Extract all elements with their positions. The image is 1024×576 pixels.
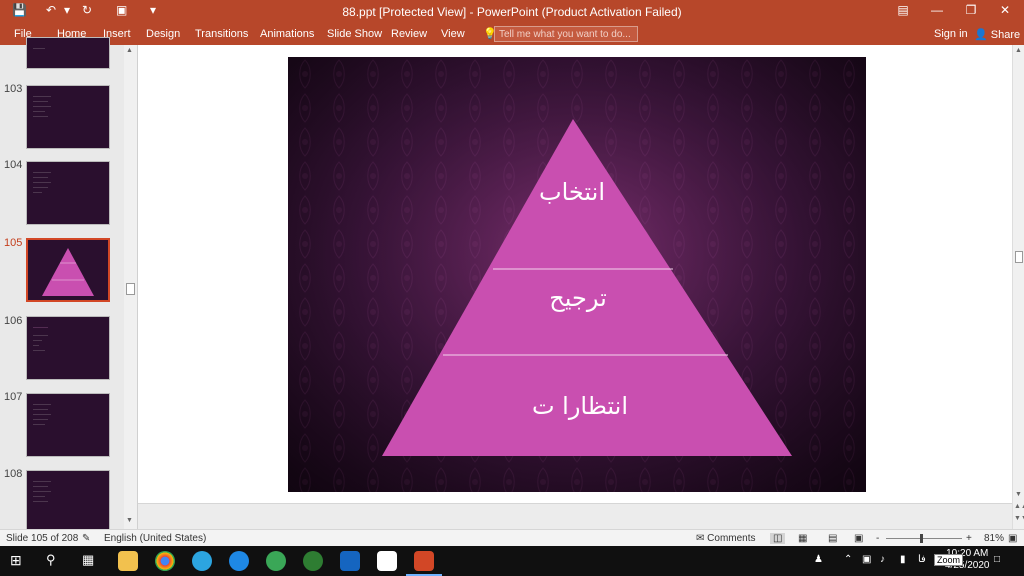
person-icon: 👤 (974, 29, 988, 41)
slide-number: 107 (4, 391, 23, 403)
tab-review[interactable]: Review (391, 28, 427, 40)
slide-thumbnail[interactable]: —————————————————————————— (26, 393, 110, 457)
slide-editor-canvas: انتخاب ترجیح انتظارا ت (138, 45, 1012, 503)
tab-view[interactable]: View (441, 28, 465, 40)
ribbon-tabs: File Home Insert Design Transitions Anim… (0, 24, 1024, 45)
status-bar: Slide 105 of 208 ✎ English (United State… (0, 529, 1024, 546)
browser-icon[interactable] (266, 551, 286, 571)
notes-area[interactable] (138, 503, 1012, 529)
app-icon[interactable] (229, 551, 249, 571)
volume-icon[interactable]: ♪ (880, 554, 885, 565)
title-bar: 💾 ↶ ▾ ↻ ▣ ▾ 88.ppt [Protected View] - Po… (0, 0, 1024, 24)
file-explorer-icon[interactable] (118, 551, 138, 571)
spelling-icon[interactable]: ✎ (82, 533, 90, 544)
slide-thumbnail[interactable]: ————— ————— ——— —— ———— (26, 316, 110, 380)
zoom-slider-thumb[interactable] (920, 534, 924, 543)
pyramid-level-middle[interactable]: ترجیح (549, 284, 607, 312)
slide-number: 105 (4, 237, 23, 249)
slide-thumbnail[interactable]: —————— ————— —————— ————— ——— (26, 161, 110, 225)
pyramid-level-top[interactable]: انتخاب (539, 178, 605, 206)
ribbon-display-icon[interactable]: ▤ (888, 3, 918, 17)
reading-view-icon[interactable]: ▤ (828, 533, 837, 544)
pyramid-level-bottom[interactable]: انتظارا ت (532, 392, 628, 420)
tell-me-search-input[interactable]: Tell me what you want to do... (494, 26, 638, 42)
comments-button[interactable]: ✉ Comments (696, 533, 756, 544)
tab-animations[interactable]: Animations (260, 28, 314, 40)
show-hidden-icons-icon[interactable]: ⌃ (844, 554, 852, 565)
windows-start-icon[interactable]: ⊞ (10, 552, 22, 569)
comments-label: Comments (707, 533, 756, 544)
zoom-tooltip: Zoom (934, 554, 964, 566)
slide-show-icon[interactable]: ▣ (854, 533, 863, 544)
thumbnail-pyramid (42, 248, 94, 296)
slide-background-pattern: انتخاب ترجیح انتظارا ت (288, 57, 866, 492)
slide-number: 103 (4, 83, 23, 95)
comment-icon: ✉ (696, 533, 705, 544)
scroll-thumb[interactable] (126, 283, 135, 295)
tab-slide-show[interactable]: Slide Show (327, 28, 382, 40)
zoom-percent[interactable]: 81% (984, 533, 1004, 544)
telegram-icon[interactable] (192, 551, 212, 571)
tab-design[interactable]: Design (146, 28, 180, 40)
slide-thumbnail[interactable]: —————————————————————————— (26, 470, 110, 534)
scroll-up-icon[interactable]: ▲ (126, 47, 133, 54)
slide-thumbnail[interactable]: ———— (26, 37, 110, 69)
slide-number: 106 (4, 315, 23, 327)
language-indicator[interactable]: English (United States) (104, 533, 206, 544)
slide-counter: Slide 105 of 208 (6, 533, 79, 544)
media-app-icon[interactable] (340, 551, 360, 571)
slide-thumbnail[interactable]: —————————————————————————— (26, 85, 110, 149)
sign-in-link[interactable]: Sign in (934, 28, 968, 40)
current-slide: انتخاب ترجیح انتظارا ت (288, 57, 866, 492)
scroll-up-icon[interactable]: ▲ (1015, 47, 1022, 54)
restore-icon[interactable]: ❐ (956, 3, 986, 17)
share-button[interactable]: 👤 Share (974, 28, 1020, 41)
scroll-down-icon[interactable]: ▼ (1015, 491, 1022, 498)
task-view-icon[interactable]: ▦ (82, 552, 94, 568)
powerpoint-window: 💾 ↶ ▾ ↻ ▣ ▾ 88.ppt [Protected View] - Po… (0, 0, 1024, 576)
notifications-icon[interactable]: □ (994, 554, 1000, 565)
close-icon[interactable]: ✕ (990, 3, 1020, 17)
minimize-icon[interactable]: — (922, 3, 952, 17)
people-icon[interactable]: ♟ (814, 554, 823, 565)
zoom-slider-track[interactable] (886, 538, 962, 539)
zoom-out-button[interactable]: - (876, 533, 879, 544)
slide-thumbnails-pane: ———— 103 —————— ————— —————— ———— ————— 104 … (0, 37, 138, 534)
editor-scrollbar[interactable]: ▲ ▼ ▲▲ ▼▼ (1012, 45, 1024, 529)
windows-taskbar: ⊞ ⚲ ▦ ♟ ⌃ ▣ ♪ ▮ فا 10:20 AM 4/25/2020 Zo… (0, 546, 1024, 576)
window-title: 88.ppt [Protected View] - PowerPoint (Pr… (342, 5, 682, 19)
fit-to-window-icon[interactable]: ▣ (1008, 533, 1017, 544)
thumbnails-scrollbar[interactable]: ▲ ▼ (124, 45, 137, 529)
powerpoint-taskbar-icon[interactable] (414, 551, 434, 571)
slide-thumbnail-active[interactable] (26, 238, 110, 302)
previous-slide-icon[interactable]: ▲▲ (1014, 503, 1024, 510)
scroll-thumb[interactable] (1015, 251, 1023, 263)
next-slide-icon[interactable]: ▼▼ (1014, 515, 1024, 522)
slide-number: 104 (4, 159, 23, 171)
search-icon[interactable]: ⚲ (46, 552, 56, 568)
share-label: Share (990, 29, 1021, 41)
slide-sorter-icon[interactable]: ▦ (798, 533, 807, 544)
slide-number: 108 (4, 468, 23, 480)
scroll-down-icon[interactable]: ▼ (126, 517, 133, 524)
tab-transitions[interactable]: Transitions (195, 28, 248, 40)
normal-view-icon[interactable]: ◫ (770, 533, 786, 544)
keyboard-language[interactable]: فا (918, 554, 926, 565)
battery-icon[interactable]: ▮ (900, 554, 906, 565)
zoom-in-button[interactable]: + (966, 533, 972, 544)
m-app-icon[interactable] (377, 551, 397, 571)
network-icon[interactable]: ▣ (862, 554, 871, 565)
network-app-icon[interactable] (303, 551, 323, 571)
chrome-icon[interactable] (155, 551, 175, 571)
